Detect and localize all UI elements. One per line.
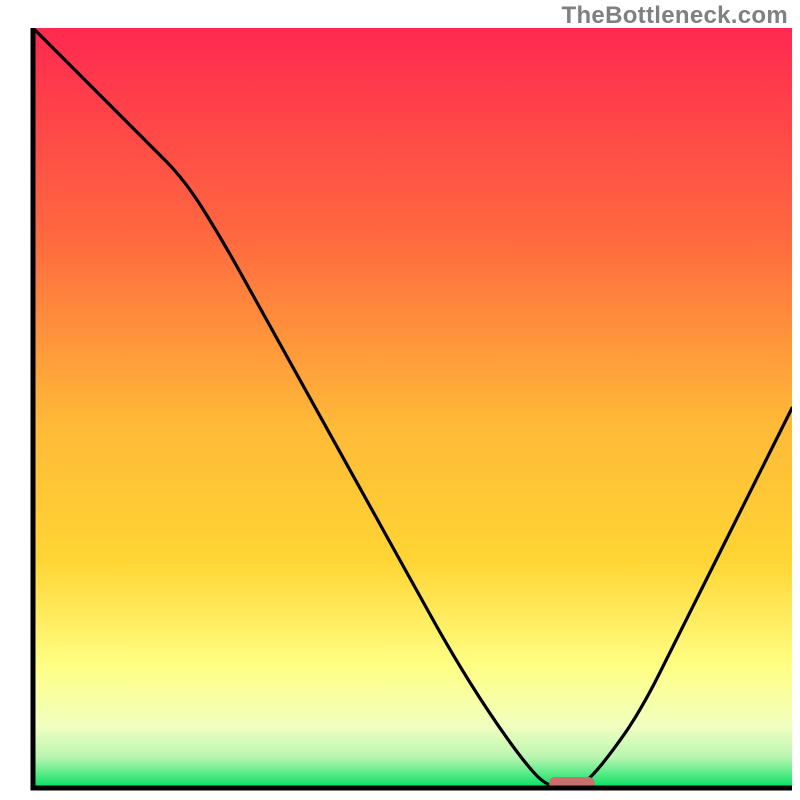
chart-container: TheBottleneck.com xyxy=(0,0,800,800)
bottleneck-chart xyxy=(0,0,800,800)
watermark-text: TheBottleneck.com xyxy=(562,2,788,30)
